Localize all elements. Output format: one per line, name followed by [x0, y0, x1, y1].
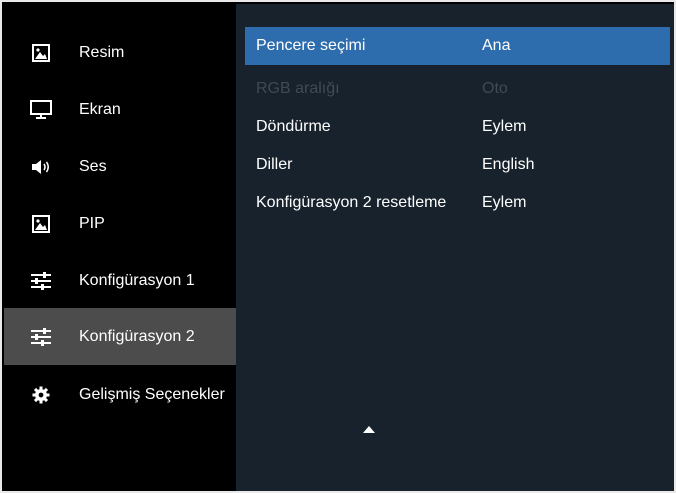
speaker-icon: [30, 156, 52, 178]
sidebar-item-gelismis-secenekler[interactable]: Gelişmiş Seçenekler: [4, 366, 236, 423]
setting-value: Eylem: [482, 194, 527, 211]
setting-row-rgb-araligi: RGB aralığı Oto: [245, 70, 670, 108]
sidebar-item-konfigurasyon-1[interactable]: Konfigürasyon 1: [4, 252, 236, 309]
sidebar-item-ekran[interactable]: Ekran: [4, 81, 236, 138]
setting-row-diller[interactable]: Diller English: [245, 146, 670, 184]
setting-label: Diller: [256, 156, 293, 173]
setting-value: Oto: [482, 80, 508, 97]
setting-row-konfigurasyon-2-resetleme[interactable]: Konfigürasyon 2 resetleme Eylem: [245, 184, 670, 222]
sidebar-menu: Resim Ekran Ses PIP Konfigürasyon 1 Konf…: [4, 4, 236, 491]
setting-label: RGB aralığı: [256, 80, 340, 97]
sidebar-item-label: Gelişmiş Seçenekler: [79, 385, 225, 403]
sidebar-item-pip[interactable]: PIP: [4, 195, 236, 252]
gear-icon: [30, 384, 52, 406]
sidebar-item-label: Konfigürasyon 1: [79, 271, 195, 289]
setting-row-pencere-secimi[interactable]: Pencere seçimi Ana: [245, 27, 670, 65]
settings-osd-window: Resim Ekran Ses PIP Konfigürasyon 1 Konf…: [0, 0, 676, 493]
setting-label: Pencere seçimi: [256, 37, 366, 54]
pip-picture-icon: [30, 213, 52, 235]
sidebar-item-konfigurasyon-2[interactable]: Konfigürasyon 2: [4, 308, 236, 365]
sidebar-item-label: Konfigürasyon 2: [79, 327, 195, 345]
setting-row-dondurme[interactable]: Döndürme Eylem: [245, 108, 670, 146]
setting-value: English: [482, 156, 535, 173]
picture-icon: [30, 42, 52, 64]
setting-value: Eylem: [482, 118, 527, 135]
sidebar-item-label: PIP: [79, 214, 105, 232]
setting-label: Konfigürasyon 2 resetleme: [256, 194, 447, 211]
sidebar-item-label: Ses: [79, 157, 107, 175]
monitor-icon: [30, 99, 52, 121]
sidebar-item-label: Ekran: [79, 100, 121, 118]
settings-panel: Pencere seçimi Ana RGB aralığı Oto Döndü…: [236, 4, 674, 491]
setting-label: Döndürme: [256, 118, 331, 135]
setting-value: Ana: [482, 37, 511, 54]
sliders-icon: [30, 270, 52, 292]
sidebar-item-resim[interactable]: Resim: [4, 24, 236, 81]
sidebar-item-label: Resim: [79, 43, 125, 61]
sidebar-item-ses[interactable]: Ses: [4, 138, 236, 195]
sliders-icon: [30, 326, 52, 348]
scroll-up-arrow-icon[interactable]: [362, 422, 376, 433]
